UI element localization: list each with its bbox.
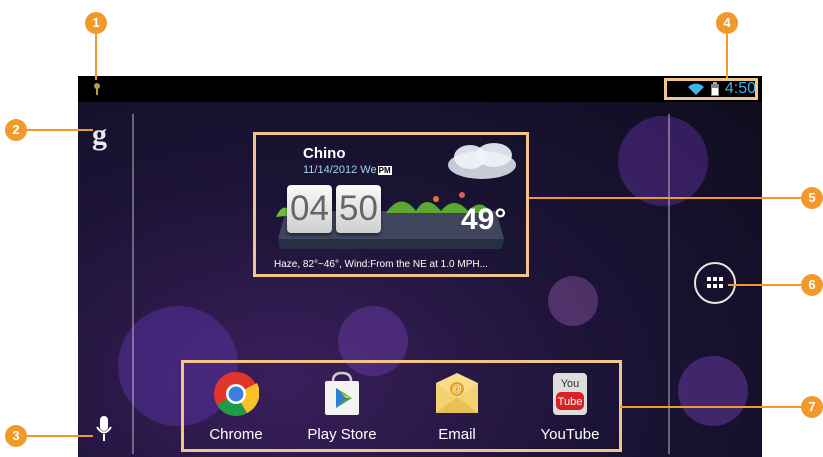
right-divider	[668, 114, 670, 454]
svg-text:You: You	[561, 378, 580, 390]
grid-icon	[707, 277, 723, 288]
callout-marker: 3	[5, 425, 27, 447]
wallpaper-bokeh	[678, 356, 748, 426]
clock-hour: 04	[287, 185, 332, 233]
callout-leader-line	[728, 284, 801, 286]
callout-marker: 6	[801, 274, 823, 296]
svg-text:Tube: Tube	[558, 396, 583, 408]
callout-marker: 4	[716, 12, 738, 34]
app-chrome[interactable]: Chrome	[186, 371, 286, 443]
widget-date: 11/14/2012 We PM	[303, 164, 392, 176]
callout-leader-line	[27, 435, 93, 437]
widget-forecast: Haze, 82°~46°, Wind:From the NE at 1.0 M…	[274, 259, 488, 270]
all-apps-button[interactable]	[694, 262, 736, 304]
cloud-icon	[448, 143, 516, 179]
weather-clock-widget[interactable]: Chino 11/14/2012 We PM 04 50 49° Haze, 82…	[253, 132, 529, 277]
status-bar: 4:50	[78, 76, 762, 102]
wallpaper-bokeh	[618, 116, 708, 206]
callout-leader-line	[726, 34, 728, 78]
app-label: Play Store	[307, 426, 377, 443]
ampm-badge: PM	[377, 166, 392, 175]
youtube-icon: You Tube	[553, 373, 587, 415]
notification-icon[interactable]	[92, 82, 102, 96]
svg-text:@: @	[452, 384, 462, 395]
callout-marker: 2	[5, 119, 27, 141]
app-email[interactable]: @ Email	[407, 371, 507, 443]
email-icon: @	[436, 373, 478, 413]
callout-marker: 1	[85, 12, 107, 34]
callout-marker: 7	[801, 396, 823, 418]
callout-leader-line	[95, 34, 97, 80]
left-divider	[132, 114, 134, 454]
app-youtube[interactable]: You Tube YouTube	[520, 371, 620, 443]
chrome-icon	[214, 372, 260, 416]
widget-temperature: 49°	[461, 203, 507, 236]
widget-city: Chino	[303, 145, 346, 162]
app-label: Email	[438, 426, 476, 443]
callout-leader-line	[529, 197, 801, 199]
app-label: YouTube	[540, 426, 600, 443]
wallpaper-bokeh	[548, 276, 598, 326]
google-search-button[interactable]: g	[92, 118, 107, 152]
microphone-icon[interactable]	[96, 416, 112, 442]
clock-minute: 50	[336, 185, 381, 233]
favorites-tray: Chrome Play Store @ Email You Tube YouTu…	[181, 360, 622, 452]
home-screen: 4:50 g Chino 11/14/2012 We PM 04 50 49° H…	[78, 76, 762, 457]
status-highlight-box	[664, 78, 758, 100]
callout-leader-line	[620, 406, 801, 408]
callout-leader-line	[27, 129, 93, 131]
callout-marker: 5	[801, 187, 823, 209]
play-store-icon	[325, 371, 359, 415]
app-play-store[interactable]: Play Store	[292, 371, 392, 443]
app-label: Chrome	[209, 426, 263, 443]
